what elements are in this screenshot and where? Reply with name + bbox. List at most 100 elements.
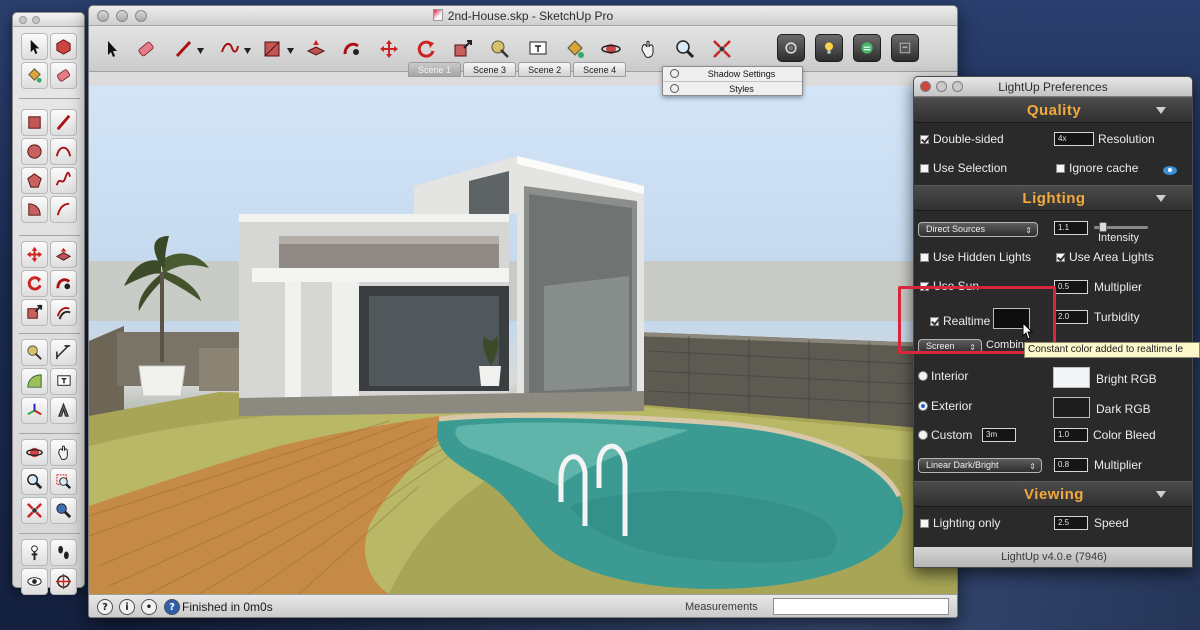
custom-distance-field[interactable]: 3m <box>982 428 1016 442</box>
instructor-icon[interactable]: ? <box>164 599 180 615</box>
lighting-section-header[interactable]: Lighting <box>914 185 1192 211</box>
chevron-down-icon[interactable] <box>287 48 294 54</box>
orbit-icon[interactable] <box>21 439 48 466</box>
multiplier-field[interactable]: 0.5 <box>1054 280 1088 294</box>
circle-icon[interactable] <box>21 138 48 165</box>
light-source-select[interactable]: Direct Sources ⇕ <box>918 222 1038 237</box>
chevron-down-icon[interactable] <box>244 48 251 54</box>
text-icon[interactable] <box>50 368 77 395</box>
make-component-icon[interactable] <box>50 33 77 60</box>
push-pull-icon[interactable] <box>303 36 329 62</box>
chevron-down-icon[interactable] <box>1156 195 1166 202</box>
follow-me-icon[interactable] <box>50 270 77 297</box>
line-icon[interactable] <box>50 109 77 136</box>
zoom-icon[interactable] <box>672 36 698 62</box>
radio-selected-icon[interactable] <box>918 401 928 411</box>
radio-icon[interactable] <box>918 371 928 381</box>
freehand-icon[interactable] <box>50 167 77 194</box>
lighting-only-checkbox[interactable]: Lighting only <box>920 516 1000 530</box>
zoom-window-icon[interactable] <box>50 468 77 495</box>
eraser-icon[interactable] <box>50 62 77 89</box>
speed-field[interactable]: 2.5 <box>1054 516 1088 530</box>
pan-icon[interactable] <box>50 439 77 466</box>
color-bleed-field[interactable]: 1.0 <box>1054 428 1088 442</box>
pie-icon[interactable] <box>21 196 48 223</box>
paint-bucket-icon[interactable] <box>21 62 48 89</box>
radio-icon[interactable] <box>918 430 928 440</box>
use-hidden-lights-checkbox[interactable]: Use Hidden Lights <box>920 250 1031 264</box>
checkbox-icon[interactable] <box>1056 164 1065 173</box>
bright-rgb-swatch[interactable] <box>1053 367 1090 388</box>
position-camera-icon[interactable] <box>21 539 48 566</box>
lightup-refresh-icon[interactable] <box>853 34 881 62</box>
eraser-icon[interactable] <box>133 36 159 62</box>
push-pull-icon[interactable] <box>50 241 77 268</box>
checkbox-icon[interactable] <box>920 253 929 262</box>
section-plane-icon[interactable] <box>50 568 77 595</box>
tab-scene-4[interactable]: Scene 4 <box>573 62 627 77</box>
interior-radio[interactable]: Interior <box>918 369 968 383</box>
3d-viewport[interactable] <box>89 86 957 594</box>
zoom-extents-icon[interactable] <box>21 497 48 524</box>
ignore-cache-checkbox[interactable]: Ignore cache <box>1056 161 1138 175</box>
info-icon[interactable]: i <box>119 599 135 615</box>
rectangle-icon[interactable] <box>21 109 48 136</box>
protractor-icon[interactable] <box>21 368 48 395</box>
tone-mapping-select[interactable]: Linear Dark/Bright ⇕ <box>918 458 1042 473</box>
menu-item-styles[interactable]: Styles <box>663 81 802 95</box>
dark-rgb-swatch[interactable] <box>1053 397 1090 418</box>
chevron-down-icon[interactable] <box>1156 107 1166 114</box>
lightup-render-icon[interactable] <box>777 34 805 62</box>
move-icon[interactable] <box>21 241 48 268</box>
zoom-icon[interactable] <box>21 468 48 495</box>
tape-measure-icon[interactable] <box>21 339 48 366</box>
palette-titlebar[interactable] <box>13 13 84 27</box>
checkbox-checked-icon[interactable] <box>920 135 929 144</box>
use-selection-checkbox[interactable]: Use Selection <box>920 161 1007 175</box>
help-icon[interactable]: ? <box>97 599 113 615</box>
arc-icon[interactable] <box>50 138 77 165</box>
look-around-icon[interactable] <box>21 568 48 595</box>
follow-me-icon[interactable] <box>339 36 365 62</box>
user-icon[interactable]: • <box>141 599 157 615</box>
eye-icon[interactable] <box>1163 166 1177 175</box>
double-sided-checkbox[interactable]: Double-sided <box>920 132 1004 146</box>
move-icon[interactable] <box>376 36 402 62</box>
window-titlebar[interactable]: 2nd-House.skp - SketchUp Pro <box>89 6 957 26</box>
viewing-section-header[interactable]: Viewing <box>914 481 1192 507</box>
palette-minimize-button[interactable] <box>32 16 40 24</box>
rotate-icon[interactable] <box>21 270 48 297</box>
custom-radio[interactable]: Custom <box>918 428 972 442</box>
exterior-radio[interactable]: Exterior <box>918 399 972 413</box>
select-arrow-icon[interactable] <box>99 36 125 62</box>
checkbox-checked-icon[interactable] <box>1056 253 1065 262</box>
turbidity-field[interactable]: 2.0 <box>1054 310 1088 324</box>
zoom-extents-icon[interactable] <box>709 36 735 62</box>
use-area-lights-checkbox[interactable]: Use Area Lights <box>1056 250 1154 264</box>
resolution-field[interactable]: 4x <box>1054 132 1094 146</box>
tab-scene-2[interactable]: Scene 2 <box>518 62 572 77</box>
scale-icon[interactable] <box>450 36 476 62</box>
chevron-down-icon[interactable] <box>1156 491 1166 498</box>
orbit-icon[interactable] <box>598 36 624 62</box>
menu-item-shadow-settings[interactable]: Shadow Settings <box>663 67 802 81</box>
tone-multiplier-field[interactable]: 0.8 <box>1054 458 1088 472</box>
pan-icon[interactable] <box>635 36 661 62</box>
checkbox-icon[interactable] <box>920 519 929 528</box>
tab-scene-1[interactable]: Scene 1 <box>408 62 462 77</box>
previous-view-icon[interactable] <box>50 497 77 524</box>
axes-icon[interactable] <box>21 397 48 424</box>
tab-scene-3[interactable]: Scene 3 <box>463 62 517 77</box>
tape-measure-icon[interactable] <box>487 36 513 62</box>
lightup-bulb-icon[interactable] <box>815 34 843 62</box>
polygon-icon[interactable] <box>21 167 48 194</box>
two-point-arc-icon[interactable] <box>50 196 77 223</box>
intensity-slider-knob[interactable] <box>1099 222 1107 232</box>
freehand-icon[interactable] <box>217 36 243 62</box>
chevron-down-icon[interactable] <box>197 48 204 54</box>
text-icon[interactable] <box>525 36 551 62</box>
palette-close-button[interactable] <box>19 16 27 24</box>
measurements-input[interactable] <box>773 598 949 615</box>
scale-icon[interactable] <box>21 299 48 326</box>
dimension-icon[interactable] <box>50 339 77 366</box>
